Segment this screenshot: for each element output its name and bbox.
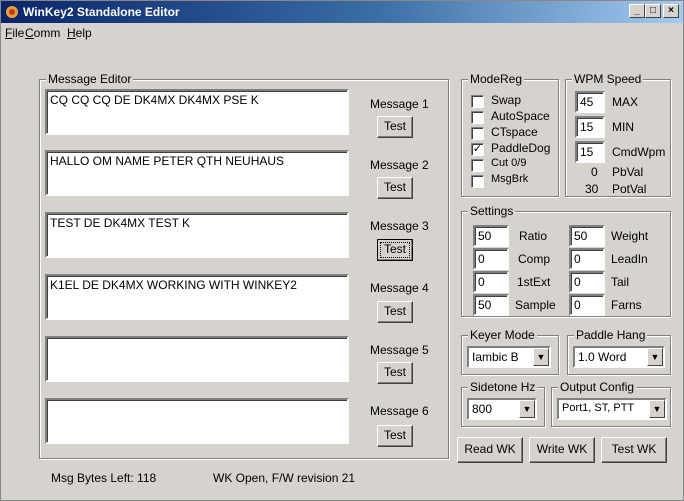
- sample-label: Sample: [515, 298, 556, 312]
- sidetone-select[interactable]: 800 ▼: [467, 398, 537, 420]
- message-6-field[interactable]: [45, 398, 349, 444]
- message-6-test-button[interactable]: Test: [377, 425, 413, 447]
- message-5-test-button[interactable]: Test: [377, 362, 413, 384]
- firstext-field[interactable]: 0: [473, 271, 509, 293]
- title-bar[interactable]: WinKey2 Standalone Editor _ □ ×: [1, 1, 683, 23]
- farns-field[interactable]: 0: [569, 294, 605, 316]
- pbval-value: 0: [591, 165, 598, 179]
- output-config-legend: Output Config: [558, 380, 637, 394]
- wpm-speed-legend: WPM Speed: [572, 72, 644, 86]
- read-wk-button[interactable]: Read WK: [457, 437, 523, 463]
- autospace-checkbox[interactable]: [471, 111, 484, 124]
- menu-help-mnemonic: H: [67, 26, 76, 40]
- chevron-down-icon[interactable]: ▼: [519, 400, 535, 418]
- message-1-label: Message 1: [370, 97, 429, 111]
- output-config-value: Port1, ST, PTT: [562, 402, 635, 414]
- ctspace-label: CTspace: [491, 125, 538, 139]
- menu-file-label: ile: [12, 26, 25, 40]
- max-wpm-field[interactable]: 45: [575, 91, 605, 113]
- close-button[interactable]: ×: [663, 4, 679, 18]
- message-3-test-button[interactable]: Test: [377, 239, 413, 261]
- cut09-checkbox[interactable]: [471, 159, 484, 172]
- ctspace-checkbox[interactable]: [471, 127, 484, 140]
- write-wk-button[interactable]: Write WK: [529, 437, 595, 463]
- menu-comm-mnemonic: C: [25, 26, 34, 40]
- swap-label: Swap: [491, 93, 522, 107]
- minimize-button[interactable]: _: [629, 4, 645, 18]
- test-wk-button[interactable]: Test WK: [601, 437, 667, 463]
- tail-label: Tail: [611, 275, 630, 289]
- cmd-wpm-label: CmdWpm: [612, 145, 666, 159]
- sidetone-legend: Sidetone Hz: [468, 380, 538, 394]
- autospace-label: AutoSpace: [491, 109, 550, 123]
- chevron-down-icon[interactable]: ▼: [647, 348, 663, 366]
- leadin-label: LeadIn: [611, 252, 648, 266]
- message-3-label: Message 3: [370, 219, 429, 233]
- menu-comm-label: omm: [33, 26, 61, 40]
- keyer-mode-legend: Keyer Mode: [468, 328, 537, 342]
- cmd-wpm-field[interactable]: 15: [575, 141, 605, 163]
- ratio-field[interactable]: 50: [473, 225, 509, 247]
- message-6-label: Message 6: [370, 404, 429, 418]
- menu-file[interactable]: File: [5, 26, 24, 40]
- leadin-field[interactable]: 0: [569, 248, 605, 270]
- app-icon: [6, 6, 18, 18]
- comp-label: Comp: [518, 252, 551, 266]
- message-4-field[interactable]: K1EL DE DK4MX WORKING WITH WINKEY2: [45, 274, 349, 320]
- app-window: WinKey2 Standalone Editor _ □ × File Com…: [0, 0, 684, 501]
- message-editor-legend: Message Editor: [46, 72, 134, 86]
- menu-help[interactable]: Help: [67, 26, 92, 40]
- message-1-field[interactable]: CQ CQ CQ DE DK4MX DK4MX PSE K: [45, 89, 349, 135]
- message-4-test-button[interactable]: Test: [377, 301, 413, 323]
- message-2-field[interactable]: HALLO OM NAME PETER QTH NEUHAUS: [45, 150, 349, 196]
- msg-bytes-left: Msg Bytes Left: 118: [51, 471, 157, 485]
- message-1-test-button[interactable]: Test: [377, 116, 413, 138]
- firstext-label: 1stExt: [517, 275, 551, 289]
- paddle-hang-value: 1.0 Word: [578, 350, 627, 364]
- output-config-select[interactable]: Port1, ST, PTT ▼: [557, 398, 667, 420]
- pbval-label: PbVal: [612, 165, 644, 179]
- comp-field[interactable]: 0: [473, 248, 509, 270]
- wk-status: WK Open, F/W revision 21: [213, 471, 356, 485]
- keyer-mode-select[interactable]: Iambic B ▼: [467, 346, 551, 368]
- window-title: WinKey2 Standalone Editor: [23, 5, 180, 19]
- weight-label: Weight: [611, 229, 649, 243]
- message-2-label: Message 2: [370, 158, 429, 172]
- message-4-label: Message 4: [370, 281, 429, 295]
- modereg-legend: ModeReg: [468, 72, 525, 86]
- ratio-label: Ratio: [519, 229, 548, 243]
- potval-label: PotVal: [612, 182, 647, 196]
- menu-help-label: elp: [75, 26, 92, 40]
- message-3-field[interactable]: TEST DE DK4MX TEST K: [45, 212, 349, 258]
- chevron-down-icon[interactable]: ▼: [533, 348, 549, 366]
- potval-value: 30: [585, 182, 599, 196]
- min-wpm-label: MIN: [612, 120, 634, 134]
- sidetone-value: 800: [472, 402, 493, 416]
- weight-field[interactable]: 50: [569, 225, 605, 247]
- cut09-label: Cut 0/9: [491, 157, 527, 169]
- paddle-hang-legend: Paddle Hang: [574, 328, 648, 342]
- farns-label: Farns: [611, 298, 642, 312]
- paddledog-label: PaddleDog: [491, 141, 551, 155]
- sample-field[interactable]: 50: [473, 294, 509, 316]
- msgbrk-checkbox[interactable]: [471, 175, 484, 188]
- tail-field[interactable]: 0: [569, 271, 605, 293]
- message-2-test-button[interactable]: Test: [377, 177, 413, 199]
- settings-legend: Settings: [468, 204, 516, 218]
- message-5-field[interactable]: [45, 336, 349, 382]
- chevron-down-icon[interactable]: ▼: [649, 400, 665, 418]
- msgbrk-label: MsgBrk: [491, 173, 529, 185]
- message-5-label: Message 5: [370, 343, 429, 357]
- paddle-hang-select[interactable]: 1.0 Word ▼: [573, 346, 665, 368]
- menu-comm[interactable]: Comm: [25, 26, 60, 40]
- maximize-button[interactable]: □: [645, 4, 661, 18]
- keyer-mode-value: Iambic B: [472, 350, 519, 364]
- min-wpm-field[interactable]: 15: [575, 116, 605, 138]
- max-wpm-label: MAX: [612, 95, 639, 109]
- swap-checkbox[interactable]: [471, 95, 484, 108]
- menu-bar: File Comm Help: [1, 23, 683, 43]
- paddledog-checkbox[interactable]: ✓: [471, 143, 484, 156]
